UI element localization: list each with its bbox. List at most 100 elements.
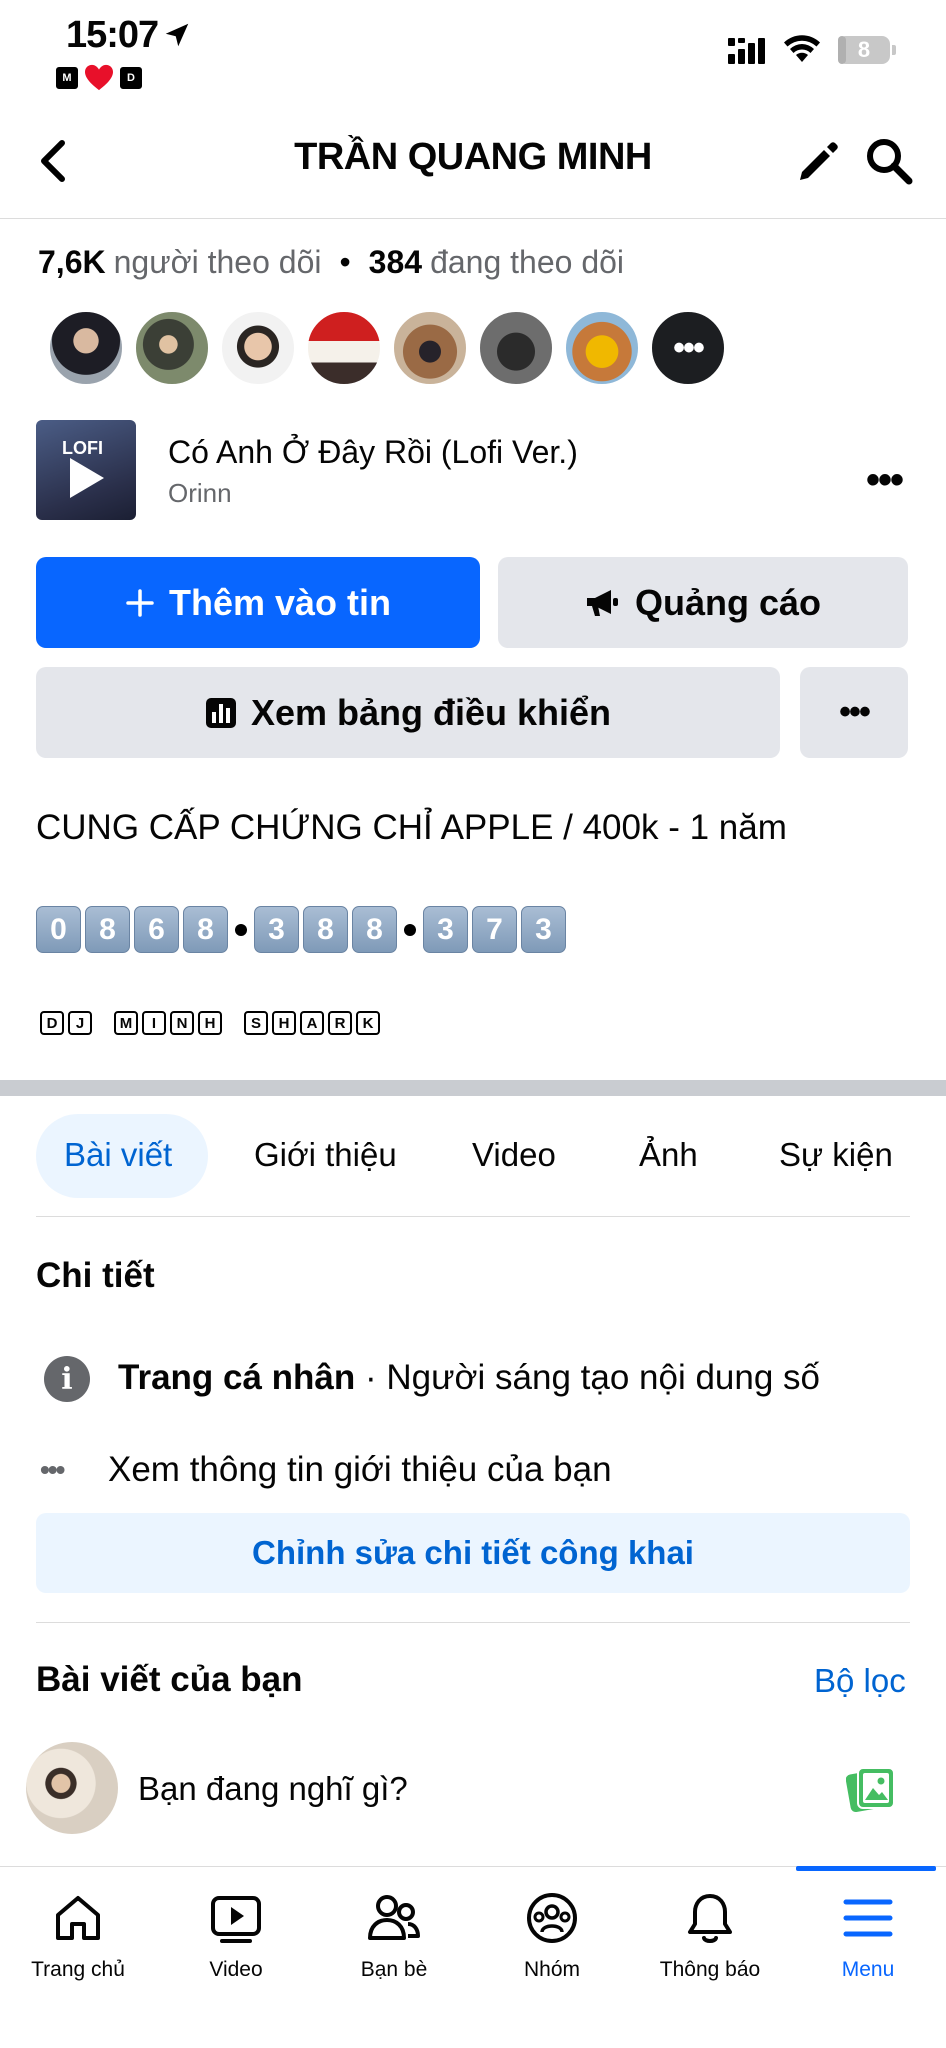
friends-icon xyxy=(368,1895,420,1940)
following-count: 384 xyxy=(368,244,423,280)
song-title[interactable]: Có Anh Ở Đây Rồi (Lofi Ver.) xyxy=(168,434,578,471)
battery-icon: 8 xyxy=(838,36,896,64)
signature-letter: I xyxy=(142,1011,166,1035)
signature-letter: J xyxy=(68,1011,92,1035)
heart-icon xyxy=(85,64,113,91)
followers-count: 7,6K xyxy=(38,244,106,280)
phone-digit: 8 xyxy=(85,906,130,953)
tab-photos[interactable]: Ảnh xyxy=(639,1136,698,1174)
see-intro-link[interactable]: Xem thông tin giới thiệu của bạn xyxy=(108,1450,612,1490)
avatar[interactable] xyxy=(306,310,382,386)
bell-icon xyxy=(688,1894,732,1943)
nav-video[interactable]: Video xyxy=(166,1890,306,1982)
phone-digit: 3 xyxy=(254,906,299,953)
add-to-story-button[interactable]: Thêm vào tin xyxy=(36,557,480,648)
signature-letter: R xyxy=(328,1011,352,1035)
tabs-divider xyxy=(36,1216,910,1217)
back-icon[interactable] xyxy=(36,138,70,184)
bio-text: CUNG CẤP CHỨNG CHỈ APPLE / 400k - 1 năm xyxy=(36,808,787,847)
nav-notifications-label: Thông báo xyxy=(659,1958,761,1981)
status-time: 15:07 xyxy=(66,14,159,56)
follower-avatars[interactable]: ••• xyxy=(48,310,726,386)
phone-digit: 8 xyxy=(352,906,397,953)
followers-label: người theo dõi xyxy=(113,244,322,280)
nav-notifications[interactable]: Thông báo xyxy=(640,1890,780,1982)
dashboard-label: Xem bảng điều khiển xyxy=(250,691,612,733)
page-type-label: Trang cá nhân xyxy=(118,1358,356,1397)
phone-digit: 0 xyxy=(36,906,81,953)
nav-home-label: Trang chủ xyxy=(31,1958,125,1981)
nav-home[interactable]: Trang chủ xyxy=(8,1890,148,1982)
avatar[interactable] xyxy=(392,310,468,386)
menu-icon xyxy=(843,1899,893,1937)
avatar[interactable] xyxy=(478,310,554,386)
battery-level: 8 xyxy=(857,37,871,62)
groups-icon xyxy=(527,1893,577,1943)
phone-digit: 8 xyxy=(303,906,348,953)
following-label: đang theo dõi xyxy=(430,244,625,280)
follow-stats[interactable]: 7,6K người theo dõi • 384 đang theo dõi xyxy=(38,244,624,281)
signature-text: DJMINHSHARK xyxy=(40,1011,380,1035)
signature-letter: H xyxy=(198,1011,222,1035)
nav-friends-label: Bạn bè xyxy=(360,1958,428,1981)
signature-letter: K xyxy=(356,1011,380,1035)
edit-public-details-button[interactable]: Chỉnh sửa chi tiết công khai xyxy=(36,1513,910,1593)
signature-letter: A xyxy=(300,1011,324,1035)
wifi-icon xyxy=(784,35,820,62)
home-icon xyxy=(56,1896,100,1940)
tab-about[interactable]: Giới thiệu xyxy=(254,1136,397,1174)
avatar[interactable] xyxy=(220,310,296,386)
avatar[interactable] xyxy=(26,1742,118,1834)
song-artist: Orinn xyxy=(168,478,232,508)
phone-digit: 8 xyxy=(183,906,228,953)
posts-title: Bài viết của bạn xyxy=(36,1660,303,1699)
details-title: Chi tiết xyxy=(36,1256,155,1295)
tab-video[interactable]: Video xyxy=(472,1136,556,1174)
nav-friends[interactable]: Bạn bè xyxy=(324,1890,464,1982)
edit-pencil-icon[interactable] xyxy=(796,140,840,184)
more-followers-button[interactable]: ••• xyxy=(650,310,726,386)
phone-digit: 7 xyxy=(472,906,517,953)
signature-letter: S xyxy=(244,1011,268,1035)
nav-groups[interactable]: Nhóm xyxy=(482,1890,622,1982)
play-icon[interactable] xyxy=(70,458,104,498)
signature-letter: H xyxy=(272,1011,296,1035)
search-icon[interactable] xyxy=(864,136,914,186)
section-separator xyxy=(0,1080,946,1096)
music-thumbnail[interactable]: LOFI xyxy=(36,420,136,520)
nav-menu[interactable]: Menu xyxy=(798,1890,938,1982)
location-arrow-icon xyxy=(165,23,189,47)
profile-more-button[interactable]: ••• xyxy=(800,667,908,758)
page-title: TRẦN QUANG MINH xyxy=(294,136,652,178)
avatar[interactable] xyxy=(564,310,640,386)
details-divider xyxy=(36,1622,910,1623)
filter-button[interactable]: Bộ lọc xyxy=(814,1662,906,1700)
avatar[interactable] xyxy=(134,310,210,386)
phone-digit: 3 xyxy=(423,906,468,953)
page-type: Trang cá nhân · Người sáng tạo nội dung … xyxy=(118,1358,820,1398)
tab-events[interactable]: Sự kiện xyxy=(779,1136,893,1174)
ads-label: Quảng cáo xyxy=(634,581,822,623)
phone-separator-dot xyxy=(404,923,416,936)
phone-digit: 3 xyxy=(521,906,566,953)
plus-icon xyxy=(126,588,154,617)
nav-groups-label: Nhóm xyxy=(523,1958,581,1981)
stats-separator: • xyxy=(339,244,351,280)
ads-button[interactable]: Quảng cáo xyxy=(498,557,908,648)
nav-menu-label: Menu xyxy=(841,1958,895,1981)
add-to-story-label: Thêm vào tin xyxy=(168,581,392,623)
phone-digit: 6 xyxy=(134,906,179,953)
avatar[interactable] xyxy=(48,310,124,386)
signature-letter: N xyxy=(170,1011,194,1035)
active-nav-indicator xyxy=(796,1866,936,1871)
dashboard-icon xyxy=(205,697,236,728)
signature-letter: M xyxy=(114,1011,138,1035)
music-more-button[interactable]: ••• xyxy=(866,458,904,503)
photo-icon[interactable] xyxy=(846,1764,896,1814)
dashboard-button[interactable]: Xem bảng điều khiển xyxy=(36,667,780,758)
nav-video-label: Video xyxy=(209,1958,263,1981)
composer-input[interactable]: Bạn đang nghĩ gì? xyxy=(138,1770,408,1808)
badge-d: D xyxy=(120,67,142,89)
tab-posts[interactable]: Bài viết xyxy=(64,1136,172,1174)
video-icon xyxy=(211,1896,261,1943)
